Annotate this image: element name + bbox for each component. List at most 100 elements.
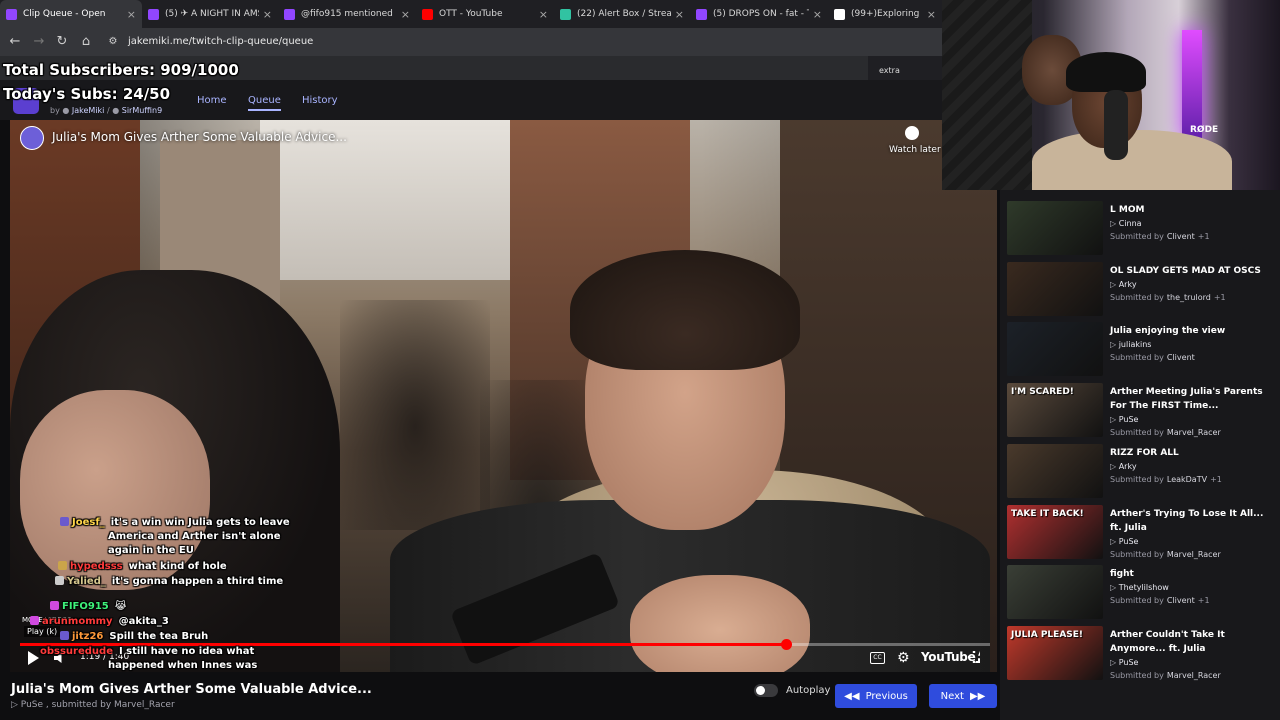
close-icon[interactable]: ×: [263, 8, 272, 21]
browser-tab[interactable]: @fifo915 mentioned ×: [278, 0, 416, 28]
site-info-icon[interactable]: ⚙: [104, 32, 122, 52]
channel-name: Cinna: [1118, 219, 1142, 228]
browser-tab[interactable]: (99+)Exploring Bird Thea ×: [828, 0, 942, 28]
clip-title[interactable]: fight: [1110, 567, 1270, 581]
clip-title[interactable]: Julia enjoying the view: [1110, 324, 1270, 338]
progress-scrubber[interactable]: [781, 639, 792, 650]
browser-tab[interactable]: (5) ✈ A NIGHT IN AMST ×: [142, 0, 278, 28]
clip-title[interactable]: Arther Meeting Julia's Parents For The F…: [1110, 385, 1270, 413]
clip-thumbnail[interactable]: JULIA PLEASE!: [1007, 625, 1103, 680]
github-icon: ●: [112, 106, 120, 115]
next-button[interactable]: Next ▶▶: [929, 684, 997, 708]
close-icon[interactable]: ×: [675, 8, 684, 21]
tab-label: OTT - YouTube: [439, 9, 503, 19]
play-box-icon: ▷: [11, 700, 21, 710]
chat-text: happened when Innes was: [108, 660, 258, 671]
queue-item[interactable]: OL SLADY GETS MAD AT OSCS ▷ Arky Submitted…: [1007, 261, 1277, 320]
clip-thumbnail[interactable]: [1007, 565, 1103, 620]
clip-thumbnail[interactable]: I'M SCARED!: [1007, 383, 1103, 438]
captions-icon[interactable]: CC: [870, 652, 885, 664]
queue-item[interactable]: L MOM ▷ Cinna Submitted by Clivent +1: [1007, 201, 1277, 259]
submitter-name: Clivent: [1166, 596, 1195, 606]
browser-tab[interactable]: OTT - YouTube ×: [416, 0, 554, 28]
nav-home[interactable]: Home: [197, 95, 227, 106]
url-field[interactable]: jakemiki.me/twitch-clip-queue/queue: [128, 36, 313, 47]
tab-favicon-icon: [834, 8, 845, 20]
play-box-icon: ▷: [1110, 279, 1119, 289]
by-prefix: by: [50, 106, 60, 115]
channel-name: PuSe: [1118, 415, 1139, 425]
clip-title[interactable]: Arther's Trying To Lose It All... ft. Ju…: [1110, 507, 1270, 535]
microphone: [1104, 90, 1128, 160]
tab-label: (99+)Exploring Bird Thea: [851, 9, 923, 19]
previous-button[interactable]: ◀◀ Previous: [835, 684, 917, 708]
clip-submitter: Submitted by Clivent +1: [1110, 231, 1210, 243]
chat-username: Joesf_: [72, 517, 105, 528]
browser-tab[interactable]: Clip Queue - Open ×: [0, 0, 142, 28]
clip-thumbnail[interactable]: [1007, 443, 1103, 498]
clock-icon[interactable]: [905, 126, 919, 140]
queue-item[interactable]: TAKE IT BACK! Arther's Trying To Lose It …: [1007, 504, 1277, 563]
forward-icon[interactable]: →: [30, 32, 48, 52]
browser-tab[interactable]: (22) Alert Box / Streamlab ×: [554, 0, 690, 28]
extra-submitters-count: +1: [1213, 292, 1226, 302]
nav-history[interactable]: History: [302, 95, 338, 106]
submitter-name: LeakDaTV: [1166, 474, 1208, 484]
author-link[interactable]: SirMuffin9: [122, 106, 162, 115]
clip-thumbnail[interactable]: [1007, 201, 1103, 255]
play-box-icon: ▷: [1110, 461, 1119, 471]
tab-favicon-icon: [6, 8, 17, 20]
credits: by ● JakeMiki / ● SirMuffin9: [50, 106, 162, 115]
watch-later-label[interactable]: Watch later: [889, 145, 941, 155]
clip-submitter: Submitted by Marvel_Racer: [1110, 670, 1221, 682]
close-icon[interactable]: ×: [927, 8, 936, 21]
youtube-logo[interactable]: YouTube: [921, 650, 976, 664]
back-icon[interactable]: ←: [6, 32, 24, 52]
close-icon[interactable]: ×: [539, 8, 548, 21]
clip-title[interactable]: RIZZ FOR ALL: [1110, 446, 1270, 460]
clip-thumbnail[interactable]: [1007, 261, 1103, 316]
author-link[interactable]: JakeMiki: [72, 106, 105, 115]
channel-name: Thetylilshow: [1118, 583, 1169, 593]
close-icon[interactable]: ×: [401, 8, 410, 21]
chat-message: hypedsss what kind of hole: [58, 560, 227, 574]
channel-avatar[interactable]: [20, 126, 44, 150]
submitted-prefix: Submitted by: [1110, 474, 1164, 484]
submitter-name: Clivent: [1166, 232, 1195, 241]
clip-channel: ▷ PuSe: [1110, 536, 1138, 548]
clip-thumbnail[interactable]: [1007, 322, 1103, 377]
home-icon[interactable]: ⌂: [77, 32, 95, 52]
play-icon[interactable]: [28, 651, 39, 665]
video-title[interactable]: Julia's Mom Gives Arther Some Valuable A…: [52, 130, 347, 144]
submitter-name: Marvel_Racer: [1166, 670, 1221, 680]
clip-thumbnail[interactable]: TAKE IT BACK!: [1007, 504, 1103, 559]
channel-name: juliakins: [1118, 340, 1152, 350]
chat-message: Yalied_ it's gonna happen a third time: [55, 575, 283, 589]
chat-badge-icon: [58, 561, 67, 570]
video-player[interactable]: [10, 120, 997, 672]
queue-item[interactable]: RIZZ FOR ALL ▷ Arky Submitted by LeakDaTV +1: [1007, 443, 1277, 502]
chat-message: America and Arther isn't alone: [108, 530, 281, 544]
queue-item[interactable]: fight ▷ Thetylilshow Submitted by Clivent +1: [1007, 565, 1277, 623]
browser-tab[interactable]: (5) DROPS ON - fat - Twi ×: [690, 0, 828, 28]
previous-label: Previous: [865, 690, 908, 702]
reload-icon[interactable]: ↻: [53, 32, 71, 52]
clip-title[interactable]: L MOM: [1110, 203, 1270, 217]
streamer-hair: [1066, 52, 1146, 92]
queue-item[interactable]: Julia enjoying the view ▷ juliakins Submit…: [1007, 322, 1277, 380]
gear-icon[interactable]: ⚙: [897, 650, 910, 666]
clip-title[interactable]: OL SLADY GETS MAD AT OSCS: [1110, 264, 1270, 278]
tab-label: (22) Alert Box / Streamlab: [577, 9, 671, 19]
submitted-prefix: Submitted by: [1110, 353, 1164, 363]
nav-queue[interactable]: Queue: [248, 95, 281, 111]
queue-item[interactable]: JULIA PLEASE! Arther Couldn't Take It Any…: [1007, 625, 1277, 684]
clip-title[interactable]: Arther Couldn't Take It Anymore... ft. J…: [1110, 628, 1270, 656]
queue-item[interactable]: I'M SCARED! Arther Meeting Julia's Parent…: [1007, 383, 1277, 441]
channel-name: PuSe: [1118, 657, 1139, 667]
play-box-icon: ▷: [1110, 657, 1119, 667]
video-scene-man-hair: [570, 250, 800, 370]
chat-badge-icon: [55, 576, 64, 585]
close-icon[interactable]: ×: [127, 8, 136, 21]
close-icon[interactable]: ×: [813, 8, 822, 21]
autoplay-knob[interactable]: [756, 686, 765, 695]
